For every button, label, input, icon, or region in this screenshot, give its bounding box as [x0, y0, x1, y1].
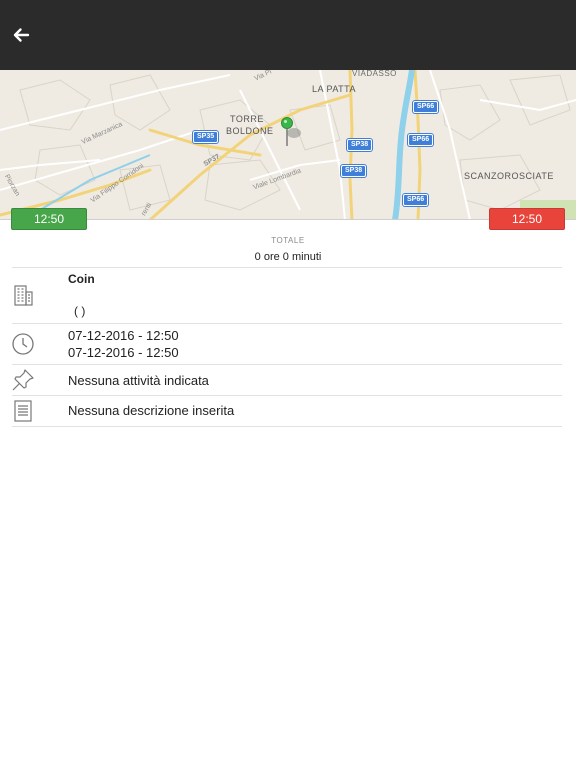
divider: [12, 323, 562, 324]
map-pin-icon[interactable]: [278, 116, 304, 148]
activity-text: Nessuna attività indicata: [68, 373, 209, 388]
company-name: Coin: [68, 272, 95, 286]
map-label-viadasso: VIADASSO: [352, 70, 397, 78]
pin-icon: [10, 367, 36, 393]
clock-icon: [10, 331, 36, 357]
map-label-torre: TORRE: [230, 114, 264, 124]
map-label-la-patta: LA PATTA: [312, 84, 357, 94]
road-shield-sp66-b: SP66: [408, 134, 434, 146]
arrow-left-icon: [13, 28, 30, 42]
divider: [12, 395, 562, 396]
map-view[interactable]: TORRE BOLDONE LA PATTA VIADASSO SCANZORO…: [0, 70, 576, 220]
document-icon: [10, 398, 36, 424]
total-caption: TOTALE: [271, 236, 305, 245]
road-shield-sp66-a: SP66: [413, 101, 439, 113]
description-text: Nessuna descrizione inserita: [68, 403, 235, 418]
road-shield-sp66-c: SP66: [403, 194, 429, 206]
road-shield-sp38-a: SP38: [347, 139, 373, 151]
start-datetime: 07-12-2016 - 12:50: [68, 328, 179, 343]
back-button[interactable]: [8, 22, 34, 48]
map-label-scanzorosciate: SCANZOROSCIATE: [464, 171, 554, 181]
map-label-boldone: BOLDONE: [226, 126, 274, 136]
total-value: 0 ore 0 minuti: [254, 251, 322, 263]
building-icon: [10, 282, 36, 308]
road-shield-sp38-b: SP38: [341, 165, 367, 177]
divider: [12, 426, 562, 427]
start-time-button[interactable]: 12:50: [11, 208, 87, 230]
top-bar: [0, 0, 576, 70]
end-datetime: 07-12-2016 - 12:50: [68, 345, 179, 360]
road-shield-sp35: SP35: [193, 131, 219, 143]
company-address: ( ): [74, 304, 86, 318]
end-time-button[interactable]: 12:50: [489, 208, 565, 230]
divider: [12, 267, 562, 268]
divider: [12, 364, 562, 365]
